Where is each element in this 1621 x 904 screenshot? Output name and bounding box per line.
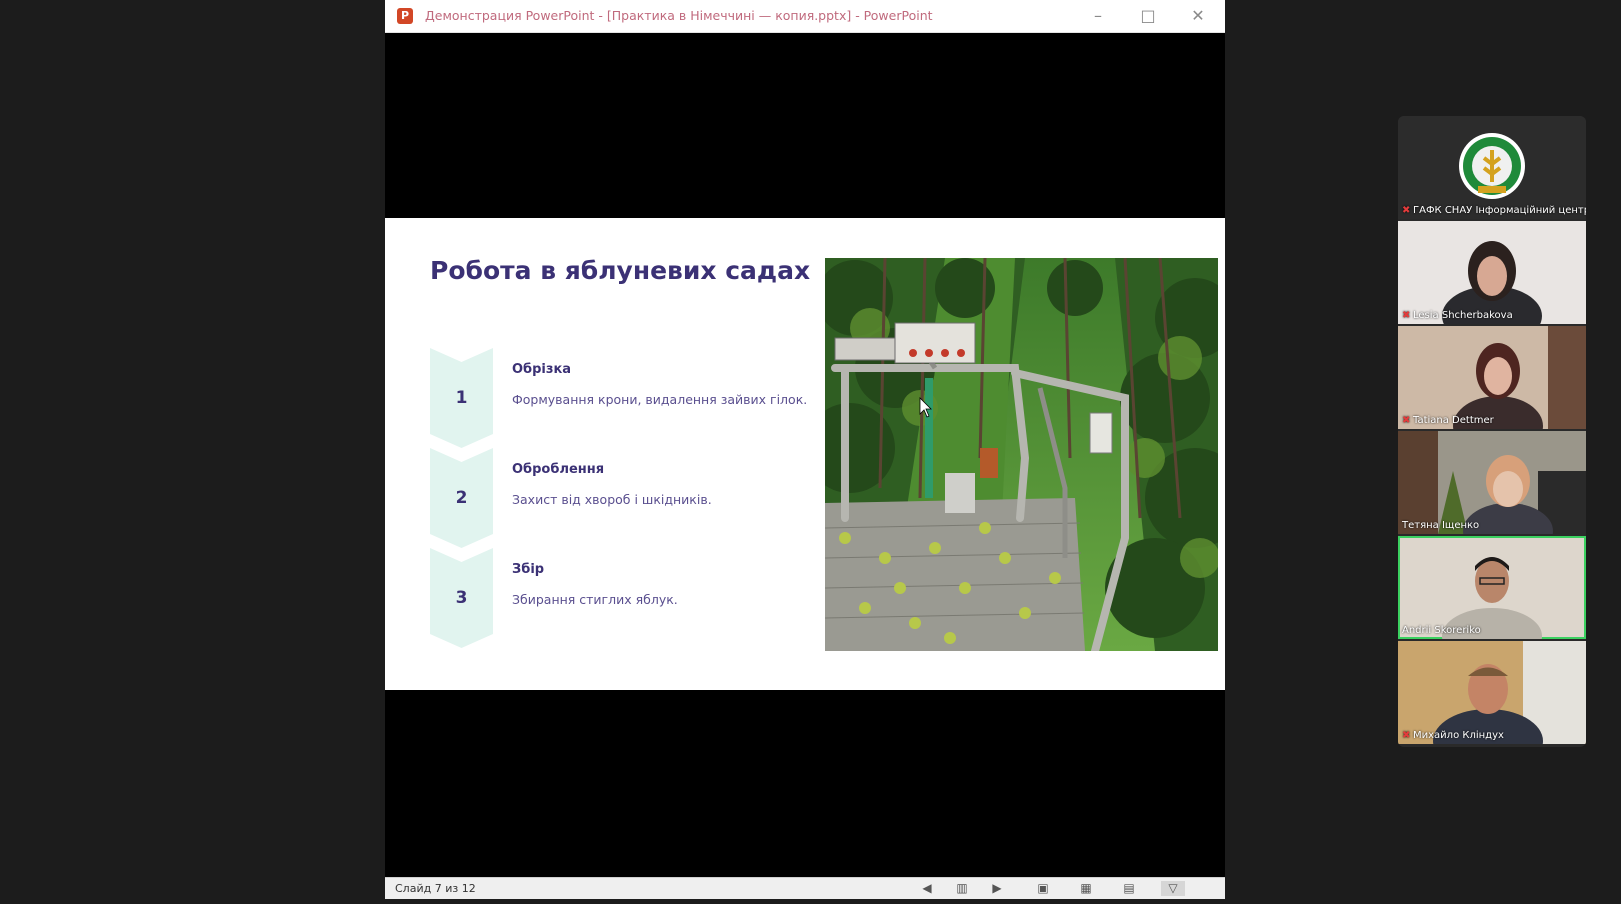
participant-name-text: ГАФК СНАУ Інформаційний центр — [1413, 205, 1586, 216]
step-heading: Оброблення — [512, 462, 605, 477]
window-title: Демонстрация PowerPoint - [Практика в Ні… — [425, 8, 933, 23]
participant-name: ✖ Tatiana Dettmer — [1402, 415, 1494, 426]
orchard-image — [825, 258, 1218, 651]
step-item: 3 Збір Збирання стиглих яблук. — [430, 548, 795, 650]
muted-mic-icon: ✖ — [1402, 309, 1411, 321]
step-heading: Обрізка — [512, 362, 572, 377]
reading-view-icon[interactable]: ▤ — [1121, 881, 1137, 896]
muted-mic-icon: ✖ — [1402, 204, 1411, 216]
participants-panel: ✖ ГАФК СНАУ Інформаційний центр ✖ Lesia … — [1398, 116, 1586, 747]
participant-name-text: Andrii Skoreriko — [1402, 625, 1481, 636]
step-description: Формування крони, видалення зайвих гілок… — [512, 392, 808, 407]
participant-tile-active-speaker[interactable]: Andrii Skoreriko — [1398, 536, 1586, 639]
participant-tile[interactable]: ✖ Tatiana Dettmer — [1398, 326, 1586, 429]
participant-name-text: Tatiana Dettmer — [1413, 415, 1494, 426]
participant-name-text: Тетяна Іщенко — [1402, 520, 1480, 531]
normal-view-icon[interactable]: ▣ — [1035, 881, 1051, 896]
muted-mic-icon: ✖ — [1402, 729, 1411, 741]
status-bar: Слайд 7 из 12 ◀ ▥ ▶ ▣ ▦ ▤ ▽ — [385, 877, 1225, 899]
participant-tile[interactable]: ✖ ГАФК СНАУ Інформаційний центр — [1398, 116, 1586, 219]
slide-counter: Слайд 7 из 12 — [395, 882, 476, 895]
participant-tile[interactable]: ✖ Михайло Кліндух — [1398, 641, 1586, 744]
step-number: 1 — [455, 388, 468, 408]
prev-slide-icon[interactable]: ◀ — [919, 881, 935, 896]
step-item: 1 Обрізка Формування крони, видалення за… — [430, 348, 807, 450]
participant-name-text: Lesia Shcherbakova — [1413, 310, 1513, 321]
participant-name: Тетяна Іщенко — [1402, 520, 1479, 531]
participant-video — [1398, 221, 1586, 324]
powerpoint-icon: P — [397, 8, 413, 24]
slide-title: Робота в яблуневих садах — [430, 256, 811, 285]
participant-video — [1400, 538, 1584, 639]
participant-video — [1398, 326, 1586, 429]
title-bar: P Демонстрация PowerPoint - [Практика в … — [385, 0, 1225, 33]
participant-video — [1398, 431, 1586, 534]
participant-tile[interactable]: Тетяна Іщенко — [1398, 431, 1586, 534]
university-logo-icon — [1459, 133, 1525, 199]
step-item: 2 Оброблення Захист від хвороб і шкідник… — [430, 448, 795, 550]
minimize-icon[interactable]: – — [1078, 4, 1118, 28]
maximize-icon[interactable]: □ — [1128, 4, 1168, 28]
current-slide[interactable]: Робота в яблуневих садах 1 Обрізка Форму… — [385, 218, 1225, 690]
participant-video — [1398, 641, 1586, 744]
step-heading: Збір — [512, 562, 545, 577]
participant-name: ✖ Михайло Кліндух — [1402, 730, 1504, 741]
orchard-machine-photo — [825, 258, 1218, 651]
slideshow-icon[interactable]: ▽ — [1161, 881, 1185, 896]
step-number: 2 — [455, 488, 468, 508]
step-description: Захист від хвороб і шкідників. — [512, 492, 712, 507]
next-slide-icon[interactable]: ▶ — [989, 881, 1005, 896]
slide-sorter-icon[interactable]: ▦ — [1078, 881, 1094, 896]
step-number: 3 — [455, 588, 468, 608]
muted-mic-icon: ✖ — [1402, 414, 1411, 426]
participant-name: ✖ Lesia Shcherbakova — [1402, 310, 1513, 321]
participant-tile[interactable]: ✖ Lesia Shcherbakova — [1398, 221, 1586, 324]
participant-name: ✖ ГАФК СНАУ Інформаційний центр — [1402, 205, 1586, 216]
powerpoint-window: P Демонстрация PowerPoint - [Практика в … — [385, 0, 1225, 899]
close-icon[interactable]: ✕ — [1178, 4, 1218, 28]
participant-name: Andrii Skoreriko — [1402, 625, 1481, 636]
slide-menu-icon[interactable]: ▥ — [954, 881, 970, 896]
step-description: Збирання стиглих яблук. — [512, 592, 678, 607]
participant-name-text: Михайло Кліндух — [1413, 730, 1504, 741]
